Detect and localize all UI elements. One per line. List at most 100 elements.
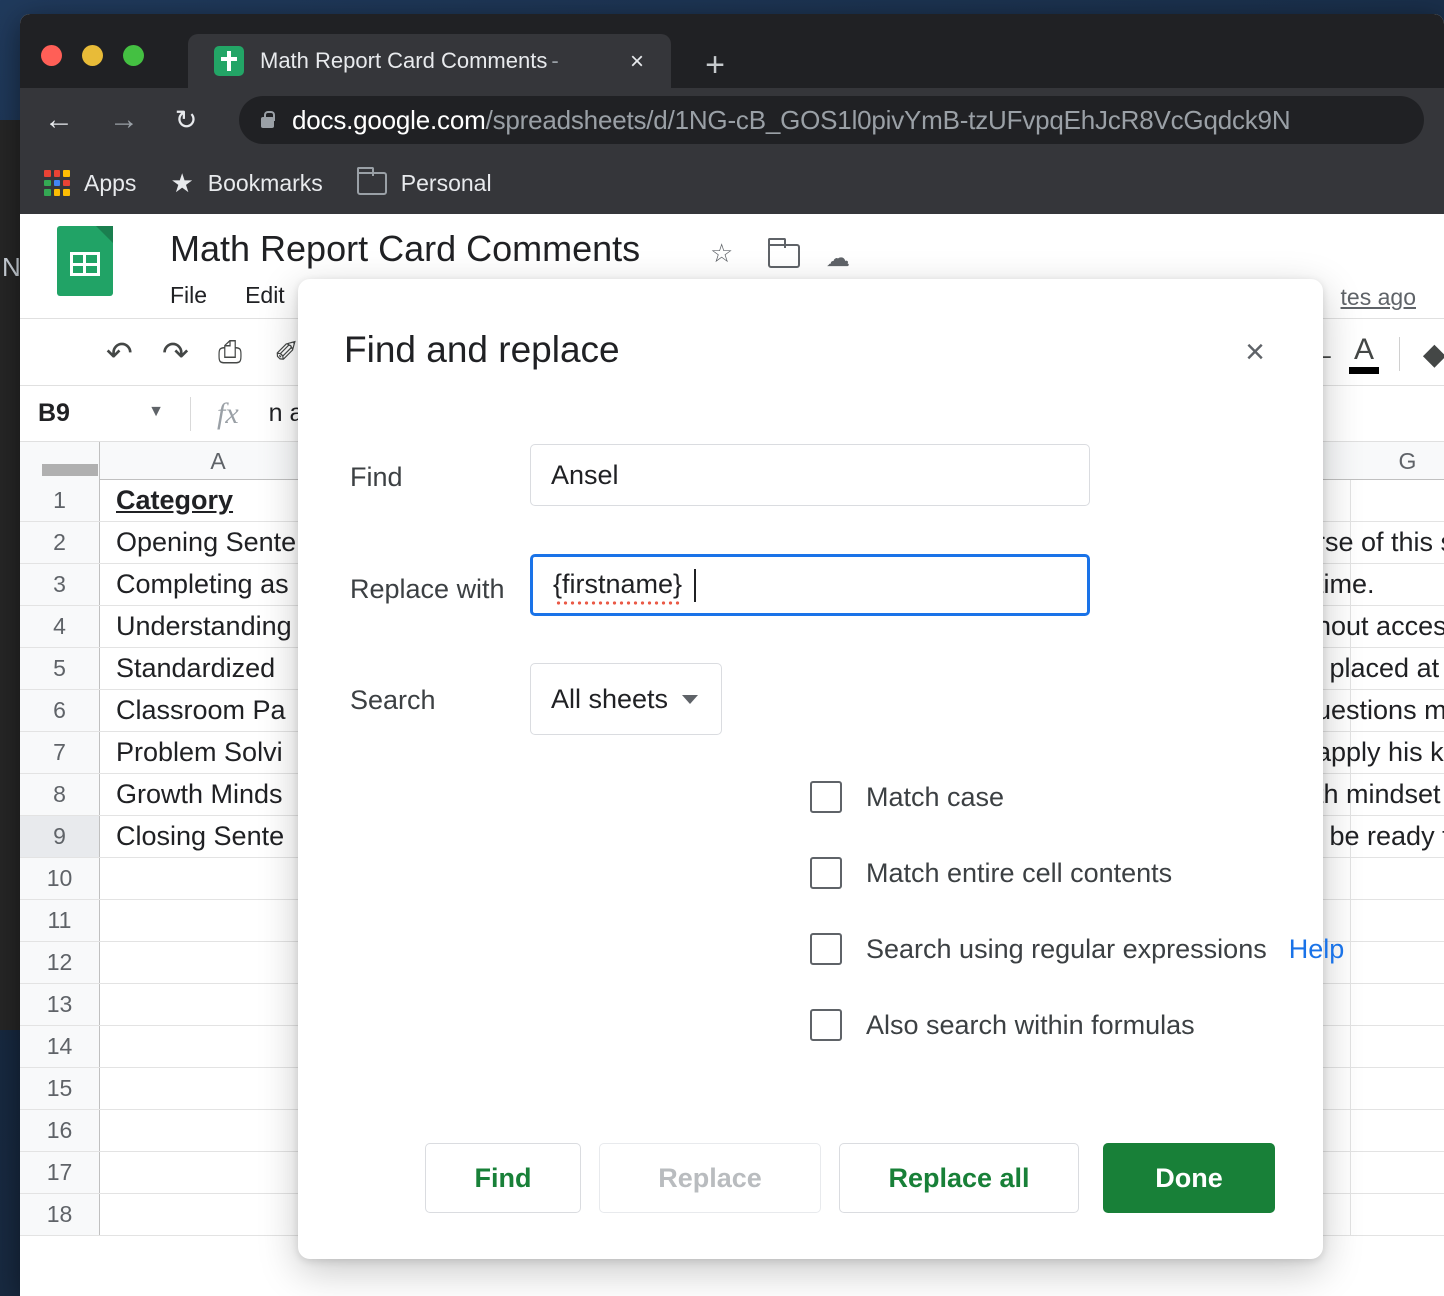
grid-cell-right[interactable]: th mindset a: [1316, 774, 1444, 815]
search-label: Search: [350, 685, 436, 715]
address-bar[interactable]: docs.google.com/spreadsheets/d/1NG-cB_GO…: [239, 96, 1424, 144]
grid-cell-a[interactable]: Classroom Pa: [116, 690, 286, 731]
row-header[interactable]: 1: [20, 480, 100, 521]
fill-color-icon[interactable]: ◆: [1423, 337, 1444, 372]
replace-with-input[interactable]: {firstname}: [530, 554, 1090, 616]
grid-line: [1350, 942, 1351, 983]
grid-cell-a[interactable]: Standardized: [116, 648, 275, 689]
row-header[interactable]: 18: [20, 1194, 100, 1235]
grid-cell-right[interactable]: l placed at a: [1316, 648, 1444, 689]
regex-help-link[interactable]: Help: [1289, 934, 1345, 965]
bookmark-personal[interactable]: Personal: [356, 166, 492, 197]
grid-cell-right[interactable]: rse of this sc: [1316, 522, 1444, 563]
undo-icon[interactable]: ↶: [106, 335, 133, 371]
regex-label: Search using regular expressions: [866, 933, 1267, 964]
match-case-checkbox[interactable]: [810, 781, 842, 813]
desktop-background-text: N: [2, 252, 21, 282]
lock-icon: [261, 110, 275, 128]
grid-cell-a[interactable]: Opening Sente: [116, 522, 296, 563]
grid-cell-a[interactable]: Closing Sente: [116, 816, 284, 857]
bookmark-personal-label: Personal: [400, 169, 492, 196]
grid-cell-a[interactable]: Completing as: [116, 564, 289, 605]
row-header[interactable]: 13: [20, 984, 100, 1025]
window-maximize-button[interactable]: [123, 45, 144, 66]
new-tab-button[interactable]: +: [698, 48, 732, 84]
grid-cell-a[interactable]: Category: [116, 480, 233, 521]
print-icon[interactable]: ⎙: [218, 335, 242, 371]
grid-cell-right[interactable]: hout access: [1316, 606, 1444, 647]
browser-tab[interactable]: Math Report Card Comments - ×: [188, 34, 671, 88]
option-regex[interactable]: Search using regular expressions Help: [810, 933, 1344, 965]
find-input-value: Ansel: [551, 459, 619, 490]
row-header[interactable]: 4: [20, 606, 100, 647]
bookmark-bookmarks[interactable]: ★ Bookmarks: [170, 170, 322, 197]
column-header-a[interactable]: A: [116, 442, 321, 480]
row-header[interactable]: 14: [20, 1026, 100, 1067]
match-entire-cell-label: Match entire cell contents: [866, 857, 1173, 888]
option-match-entire-cell[interactable]: Match entire cell contents: [810, 857, 1172, 889]
grid-cell-a[interactable]: Problem Solvi: [116, 732, 283, 773]
row-header[interactable]: 15: [20, 1068, 100, 1109]
match-entire-cell-checkbox[interactable]: [810, 857, 842, 889]
row-header[interactable]: 9: [20, 816, 100, 857]
cell-reference-box[interactable]: B9 ▼: [20, 399, 190, 428]
row-header[interactable]: 16: [20, 1110, 100, 1151]
row-header[interactable]: 11: [20, 900, 100, 941]
chevron-down-icon: [682, 694, 699, 704]
row-header[interactable]: 12: [20, 942, 100, 983]
chevron-down-icon[interactable]: ▼: [148, 403, 164, 421]
grid-cell-a[interactable]: Understanding: [116, 606, 292, 647]
column-header-g[interactable]: G: [1351, 442, 1444, 480]
option-search-formulas[interactable]: Also search within formulas: [810, 1009, 1195, 1041]
reload-icon[interactable]: ↻: [168, 102, 204, 138]
row-header[interactable]: 7: [20, 732, 100, 773]
close-icon[interactable]: ×: [1237, 334, 1273, 370]
grid-cell-right[interactable]: time.: [1316, 564, 1375, 605]
find-button[interactable]: Find: [425, 1143, 581, 1213]
grid-cell-right[interactable]: apply his kn: [1316, 732, 1444, 773]
cell-reference-value: B9: [38, 399, 70, 427]
menu-item-file[interactable]: File: [170, 282, 207, 309]
row-header[interactable]: 3: [20, 564, 100, 605]
row-header[interactable]: 6: [20, 690, 100, 731]
url-host: docs.google.com: [292, 104, 486, 135]
search-scope-dropdown[interactable]: All sheets: [530, 663, 722, 735]
move-to-folder-icon[interactable]: [767, 238, 800, 268]
row-header[interactable]: 10: [20, 858, 100, 899]
star-icon: ★: [170, 168, 194, 198]
tab-close-icon[interactable]: ×: [625, 50, 649, 74]
row-header[interactable]: 5: [20, 648, 100, 689]
redo-icon[interactable]: ↷: [162, 335, 189, 371]
toolbar-divider: [1399, 337, 1400, 371]
find-input[interactable]: Ansel: [530, 444, 1090, 506]
grid-line: [1350, 1068, 1351, 1109]
last-edit-status[interactable]: tes ago: [1341, 284, 1416, 311]
window-close-button[interactable]: [41, 45, 62, 66]
grid-corner-box[interactable]: [20, 442, 100, 480]
sheets-menu-bar: File Edit: [170, 282, 285, 309]
grid-line: [1350, 1110, 1351, 1151]
grid-line: [1350, 900, 1351, 941]
star-icon[interactable]: ☆: [710, 238, 733, 269]
done-button[interactable]: Done: [1103, 1143, 1275, 1213]
text-color-letter: A: [1353, 333, 1374, 366]
regex-checkbox[interactable]: [810, 933, 842, 965]
replace-button: Replace: [599, 1143, 821, 1213]
row-header[interactable]: 8: [20, 774, 100, 815]
back-icon[interactable]: ←: [41, 102, 77, 138]
document-title[interactable]: Math Report Card Comments: [170, 228, 640, 270]
window-minimize-button[interactable]: [82, 45, 103, 66]
forward-icon[interactable]: →: [106, 102, 142, 138]
text-color-icon[interactable]: A: [1346, 335, 1382, 374]
row-header[interactable]: 2: [20, 522, 100, 563]
menu-item-edit[interactable]: Edit: [245, 282, 285, 309]
search-formulas-checkbox[interactable]: [810, 1009, 842, 1041]
bookmark-apps[interactable]: Apps: [44, 170, 136, 197]
option-match-case[interactable]: Match case: [810, 781, 1004, 813]
grid-cell-right[interactable]: uestions mor: [1316, 690, 1444, 731]
grid-cell-right[interactable]: l be ready to: [1316, 816, 1444, 857]
paint-format-icon[interactable]: ✐: [274, 335, 299, 371]
grid-cell-a[interactable]: Growth Minds: [116, 774, 283, 815]
replace-all-button[interactable]: Replace all: [839, 1143, 1079, 1213]
row-header[interactable]: 17: [20, 1152, 100, 1193]
